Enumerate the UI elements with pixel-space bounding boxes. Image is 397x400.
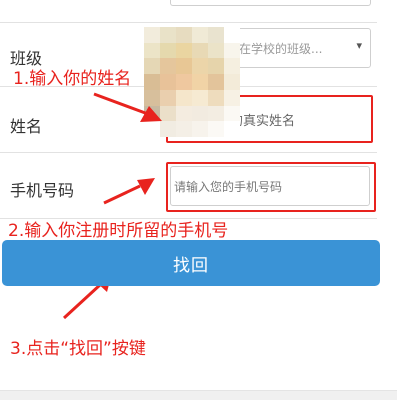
annotation-arrows (62, 92, 162, 320)
submit-button-label: 找回 (173, 255, 209, 276)
arrow-to-submit-button (62, 282, 103, 320)
submit-button[interactable]: 找回 (2, 240, 380, 286)
arrow-to-name-field (93, 92, 149, 116)
arrow-to-phone-field (103, 184, 141, 205)
arrow-head-icon (140, 106, 162, 122)
